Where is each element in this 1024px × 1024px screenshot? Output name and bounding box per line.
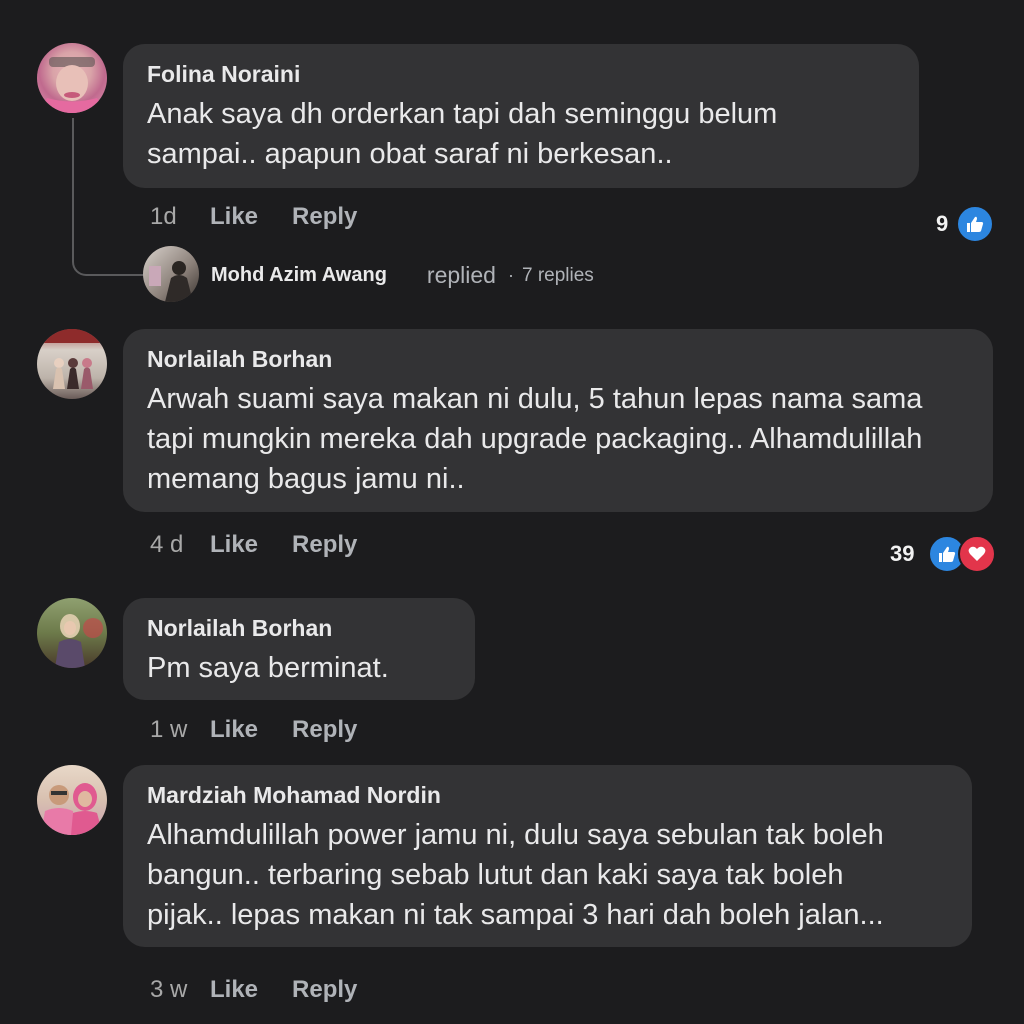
comment-bubble: Mardziah Mohamad Nordin Alhamdulillah po… [123,765,972,947]
reply-count: 7 replies [521,264,594,286]
comment-text: Arwah suami saya makan ni dulu, 5 tahun … [147,379,969,499]
comment-actions: 4 d Like Reply [150,531,391,559]
comment-line: pijak.. lepas makan ni tak sampai 3 hari… [147,899,884,931]
avatar[interactable] [37,598,107,668]
comment-line: sampai.. apapun obat saraf ni berkesan.. [147,138,673,170]
love-icon [958,535,997,573]
comment-author[interactable]: Folina Noraini [147,60,895,88]
comment-line: memang bagus jamu ni.. [147,463,465,495]
comment-text: Pm saya berminat. [147,648,451,688]
reaction-summary[interactable]: 39 [890,535,997,573]
reply-button[interactable]: Reply [292,203,357,231]
comment-line: Alhamdulillah power jamu ni, dulu saya s… [147,819,884,851]
comment-actions: 3 w Like Reply [150,976,391,1004]
like-button[interactable]: Like [210,531,258,559]
comment-line: bangun.. terbaring sebab lutut dan kaki … [147,859,844,891]
comment-time[interactable]: 1 w [150,716,210,744]
like-button[interactable]: Like [210,203,258,231]
comment-line: Arwah suami saya makan ni dulu, 5 tahun … [147,383,923,415]
avatar[interactable] [37,765,107,835]
comment-line: tapi mungkin mereka dah upgrade packagin… [147,423,923,455]
comment-line: Pm saya berminat. [147,652,389,684]
comment-time[interactable]: 1d [150,203,210,231]
comment-author[interactable]: Norlailah Borhan [147,614,451,642]
avatar-photo [55,614,103,668]
comment-actions: 1d Like Reply [150,203,391,231]
reaction-count: 9 [936,211,949,236]
avatar-photo [149,261,193,302]
like-button[interactable]: Like [210,716,258,744]
reply-avatar[interactable] [143,246,199,302]
avatar-photo [41,783,103,835]
comment-actions: 1 w Like Reply [150,716,391,744]
reaction-summary[interactable]: 9 [936,205,995,243]
comment-author[interactable]: Mardziah Mohamad Nordin [147,781,948,809]
like-icon [956,205,995,243]
reply-button[interactable]: Reply [292,531,357,559]
view-replies-link[interactable]: Mohd Azim Awang replied · 7 replies [211,262,594,289]
avatar-photo [37,57,107,113]
comment-line: Anak saya dh orderkan tapi dah seminggu … [147,98,778,130]
comment-bubble: Folina Noraini Anak saya dh orderkan tap… [123,44,919,188]
reply-button[interactable]: Reply [292,716,357,744]
avatar-photo [37,329,107,389]
avatar[interactable] [37,43,107,113]
reply-action: replied [426,262,496,288]
comment-time[interactable]: 3 w [150,976,210,1004]
avatar[interactable] [37,329,107,399]
reply-separator: · [507,265,514,285]
comment-bubble: Norlailah Borhan Pm saya berminat. [123,598,475,700]
comment-text: Anak saya dh orderkan tapi dah seminggu … [147,94,895,174]
comment-author[interactable]: Norlailah Borhan [147,345,969,373]
like-button[interactable]: Like [210,976,258,1004]
comment-text: Alhamdulillah power jamu ni, dulu saya s… [147,815,948,935]
reply-author: Mohd Azim Awang [211,264,387,286]
reply-button[interactable]: Reply [292,976,357,1004]
comment-time[interactable]: 4 d [150,531,210,559]
comment-bubble: Norlailah Borhan Arwah suami saya makan … [123,329,993,512]
reaction-count: 39 [890,541,915,566]
